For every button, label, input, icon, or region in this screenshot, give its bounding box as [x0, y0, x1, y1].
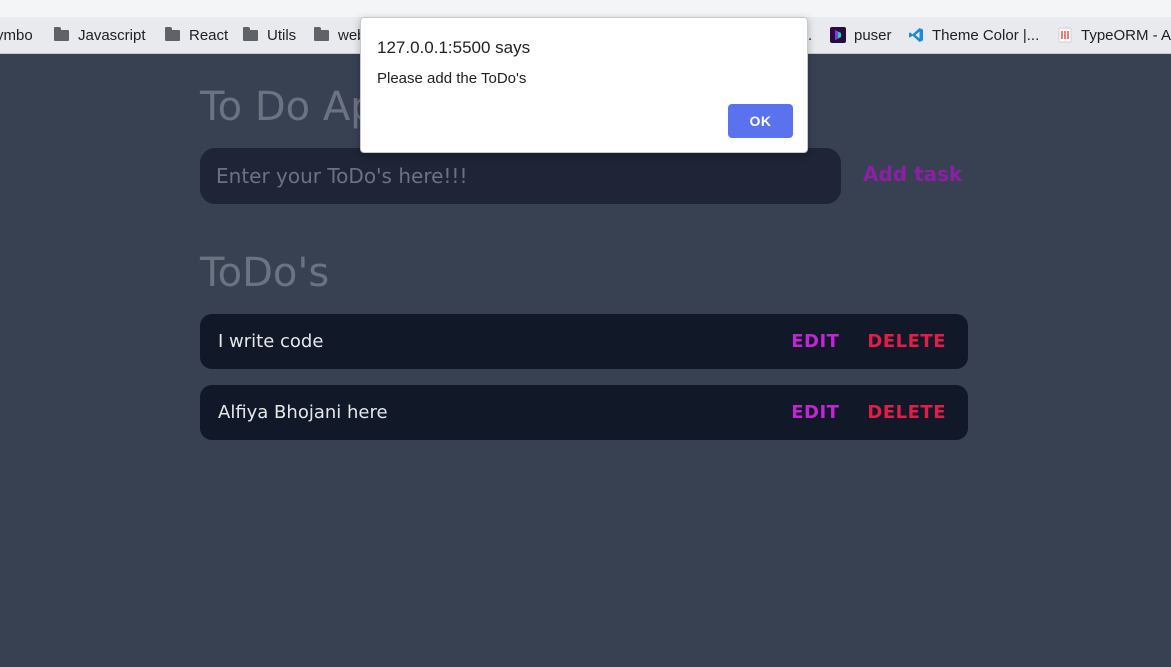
alert-origin: 127.0.0.1:5500 says	[377, 38, 531, 57]
typeorm-favicon-icon	[1057, 27, 1073, 43]
delete-button[interactable]: DELETE	[867, 331, 946, 352]
bookmark-label: Javascript	[78, 26, 146, 44]
bookmark-theme-color[interactable]: Theme Color |...	[908, 24, 1039, 46]
folder-icon	[165, 26, 180, 41]
edit-button[interactable]: EDIT	[791, 331, 839, 352]
edit-button[interactable]: EDIT	[791, 402, 839, 423]
alert-message: Please add the ToDo's	[377, 70, 527, 87]
bookmark-label: React	[189, 26, 229, 44]
bookmark-label: TypeORM - Ar	[1081, 26, 1171, 44]
folder-icon	[243, 26, 258, 41]
todo-item: Alfiya Bhojani here EDIT DELETE	[200, 385, 968, 440]
bookmark-label: .	[808, 26, 813, 44]
puser-favicon-icon	[830, 27, 846, 43]
bookmark-folder-web[interactable]: web	[314, 24, 366, 46]
bookmark-item-truncated[interactable]: .	[808, 24, 812, 46]
bookmark-label: Theme Color |...	[932, 26, 1040, 44]
todo-text: Alfiya Bhojani here	[218, 402, 388, 423]
bookmark-item[interactable]: ymbo	[0, 24, 33, 46]
bookmark-label: Utils	[267, 26, 297, 44]
bookmark-label: ymbo	[0, 26, 33, 44]
bookmark-folder-react[interactable]: React	[165, 24, 228, 46]
todo-text: I write code	[218, 331, 324, 352]
bookmark-label: puser	[854, 26, 892, 44]
bookmark-typeorm[interactable]: TypeORM - Ar	[1057, 24, 1171, 46]
tab-strip-edge	[0, 0, 1171, 17]
todo-list-title: ToDo's	[200, 250, 330, 296]
todo-item: I write code EDIT DELETE	[200, 314, 968, 369]
folder-icon	[54, 26, 69, 41]
bookmark-folder-utils[interactable]: Utils	[243, 24, 296, 46]
delete-button[interactable]: DELETE	[867, 402, 946, 423]
bookmark-folder-javascript[interactable]: Javascript	[54, 24, 146, 46]
todo-input[interactable]	[200, 148, 841, 204]
bookmark-puser[interactable]: puser	[830, 24, 892, 46]
add-task-button[interactable]: Add task	[863, 162, 962, 186]
vscode-favicon-icon	[908, 27, 924, 43]
folder-icon	[314, 26, 329, 41]
alert-dialog: 127.0.0.1:5500 says Please add the ToDo'…	[360, 17, 808, 153]
alert-ok-button[interactable]: OK	[728, 104, 793, 138]
